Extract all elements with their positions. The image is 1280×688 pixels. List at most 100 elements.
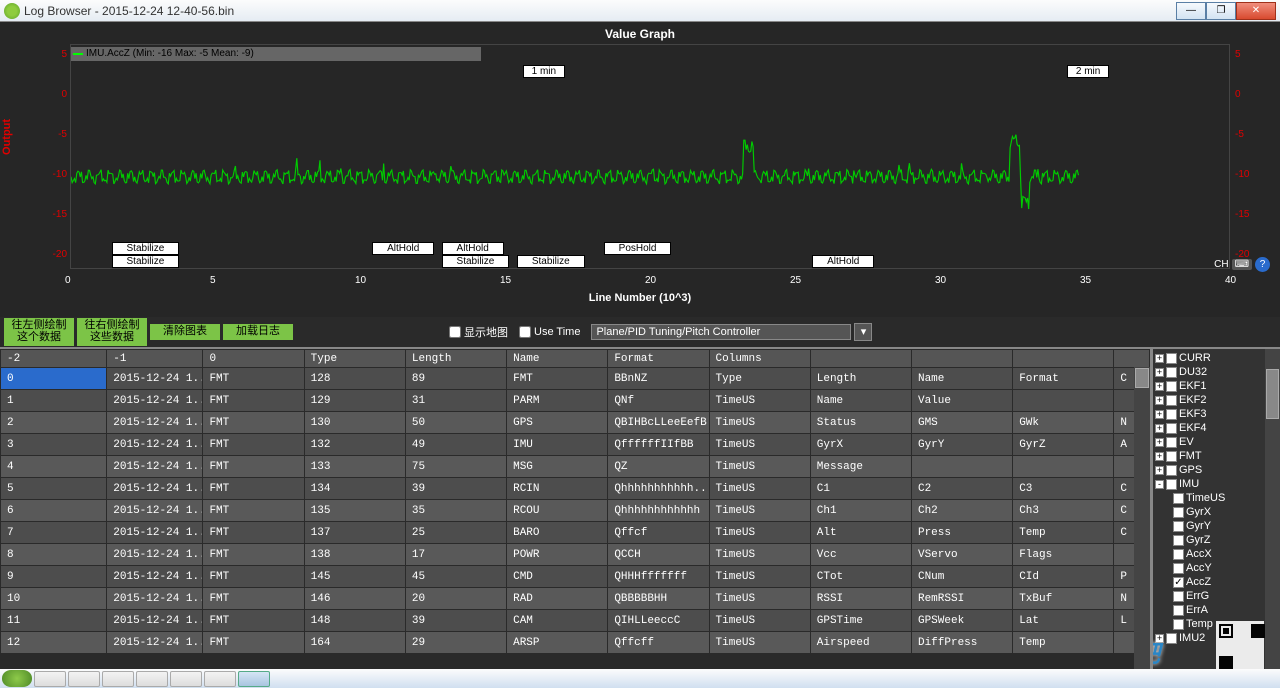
tree-checkbox[interactable] xyxy=(1173,605,1184,616)
taskbar-pin-1[interactable] xyxy=(34,671,66,687)
table-row[interactable]: 02015-12-24 1...FMT12889FMTBBnNZTypeLeng… xyxy=(1,368,1150,390)
table-row[interactable]: 22015-12-24 1...FMT13050GPSQBIHBcLLeeEef… xyxy=(1,412,1150,434)
taskbar-pin-6[interactable] xyxy=(204,671,236,687)
tree-item[interactable]: +GPS xyxy=(1153,463,1280,477)
expand-icon[interactable]: + xyxy=(1155,452,1164,461)
tree-item[interactable]: +IMU2 xyxy=(1153,631,1280,645)
tree-scrollbar[interactable] xyxy=(1265,349,1280,669)
expand-icon[interactable]: + xyxy=(1155,368,1164,377)
minimize-button[interactable]: — xyxy=(1176,2,1206,20)
table-row[interactable]: 12015-12-24 1...FMT12931PARMQNfTimeUSNam… xyxy=(1,390,1150,412)
tree-item[interactable]: +EKF4 xyxy=(1153,421,1280,435)
load-log-button[interactable]: 加载日志 xyxy=(223,324,293,340)
tree-checkbox[interactable] xyxy=(1173,563,1184,574)
tree-checkbox[interactable] xyxy=(1173,591,1184,602)
column-header[interactable] xyxy=(911,350,1012,368)
taskbar-active-app[interactable] xyxy=(238,671,270,687)
tree-item[interactable]: AccX xyxy=(1153,547,1280,561)
tree-item[interactable]: +FMT xyxy=(1153,449,1280,463)
close-button[interactable]: ✕ xyxy=(1236,2,1276,20)
preset-select-arrow[interactable]: ▾ xyxy=(854,323,872,341)
tree-item[interactable]: Temp xyxy=(1153,617,1280,631)
clear-chart-button[interactable]: 清除图表 xyxy=(150,324,220,340)
help-icon[interactable]: ? xyxy=(1255,257,1270,272)
expand-icon[interactable]: + xyxy=(1155,634,1164,643)
expand-icon[interactable]: + xyxy=(1155,424,1164,433)
column-header[interactable]: Name xyxy=(507,350,608,368)
tree-checkbox[interactable] xyxy=(1166,465,1177,476)
table-row[interactable]: 42015-12-24 1...FMT13375MSGQZTimeUSMessa… xyxy=(1,456,1150,478)
expand-icon[interactable]: + xyxy=(1155,438,1164,447)
table-row[interactable]: 102015-12-24 1...FMT14620RADQBBBBBHHTime… xyxy=(1,588,1150,610)
taskbar-pin-3[interactable] xyxy=(102,671,134,687)
tree-checkbox[interactable] xyxy=(1166,381,1177,392)
data-grid[interactable]: -2-10TypeLengthNameFormatColumns02015-12… xyxy=(0,349,1150,654)
tree-item[interactable]: AccY xyxy=(1153,561,1280,575)
table-row[interactable]: 92015-12-24 1...FMT14545CMDQHHHfffffffTi… xyxy=(1,566,1150,588)
use-time-checkbox[interactable]: Use Time xyxy=(519,326,580,338)
tree-item[interactable]: +EKF2 xyxy=(1153,393,1280,407)
tree-checkbox[interactable] xyxy=(1166,479,1177,490)
tree-item[interactable]: +DU32 xyxy=(1153,365,1280,379)
tree-checkbox[interactable] xyxy=(1173,507,1184,518)
tree-checkbox[interactable]: ✓ xyxy=(1173,577,1184,588)
tree-checkbox[interactable] xyxy=(1173,521,1184,532)
expand-icon[interactable]: + xyxy=(1155,410,1164,419)
column-header[interactable] xyxy=(810,350,911,368)
tree-item[interactable]: -IMU xyxy=(1153,477,1280,491)
tree-item[interactable]: GyrX xyxy=(1153,505,1280,519)
show-map-checkbox[interactable]: 显示地图 xyxy=(449,324,508,340)
tree-checkbox[interactable] xyxy=(1166,409,1177,420)
expand-icon[interactable]: + xyxy=(1155,466,1164,475)
column-header[interactable]: Type xyxy=(304,350,405,368)
expand-icon[interactable]: - xyxy=(1155,480,1164,489)
ch-pill-icon[interactable]: ⌨ xyxy=(1232,259,1252,270)
tree-checkbox[interactable] xyxy=(1173,535,1184,546)
table-row[interactable]: 82015-12-24 1...FMT13817POWRQCCHTimeUSVc… xyxy=(1,544,1150,566)
table-row[interactable]: 112015-12-24 1...FMT14839CAMQIHLLeeccCTi… xyxy=(1,610,1150,632)
table-scrollbar[interactable] xyxy=(1134,367,1150,669)
field-tree[interactable]: +CURR+DU32+EKF1+EKF2+EKF3+EKF4+EV+FMT+GP… xyxy=(1153,349,1280,647)
table-row[interactable]: 122015-12-24 1...FMT16429ARSPQffcffTimeU… xyxy=(1,632,1150,654)
tree-checkbox[interactable] xyxy=(1166,437,1177,448)
start-button[interactable] xyxy=(2,670,32,687)
tree-item[interactable]: +EKF3 xyxy=(1153,407,1280,421)
draw-right-button[interactable]: 往右侧绘制 这些数据 xyxy=(77,318,147,345)
taskbar-pin-5[interactable] xyxy=(170,671,202,687)
table-row[interactable]: 62015-12-24 1...FMT13535RCOUQhhhhhhhhhhh… xyxy=(1,500,1150,522)
preset-select[interactable]: Plane/PID Tuning/Pitch Controller xyxy=(591,324,851,340)
column-header[interactable]: -2 xyxy=(1,350,107,368)
tree-item[interactable]: GyrZ xyxy=(1153,533,1280,547)
table-row[interactable]: 72015-12-24 1...FMT13725BAROQffcfTimeUSA… xyxy=(1,522,1150,544)
expand-icon[interactable]: + xyxy=(1155,382,1164,391)
tree-checkbox[interactable] xyxy=(1166,423,1177,434)
tree-checkbox[interactable] xyxy=(1166,353,1177,364)
column-header[interactable]: 0 xyxy=(203,350,304,368)
tree-checkbox[interactable] xyxy=(1166,395,1177,406)
tree-item[interactable]: ErrG xyxy=(1153,589,1280,603)
tree-checkbox[interactable] xyxy=(1173,493,1184,504)
taskbar-pin-4[interactable] xyxy=(136,671,168,687)
expand-icon[interactable]: + xyxy=(1155,354,1164,363)
tree-checkbox[interactable] xyxy=(1166,633,1177,644)
column-header[interactable] xyxy=(1013,350,1114,368)
tree-checkbox[interactable] xyxy=(1166,451,1177,462)
column-header[interactable]: Format xyxy=(608,350,709,368)
column-header[interactable]: Length xyxy=(405,350,506,368)
table-row[interactable]: 52015-12-24 1...FMT13439RCINQhhhhhhhhhhh… xyxy=(1,478,1150,500)
expand-icon[interactable]: + xyxy=(1155,396,1164,405)
draw-left-button[interactable]: 往左侧绘制 这个数据 xyxy=(4,318,74,345)
taskbar[interactable] xyxy=(0,669,1280,688)
tree-item[interactable]: +EKF1 xyxy=(1153,379,1280,393)
table-row[interactable]: 32015-12-24 1...FMT13249IMUQffffffIIfBBT… xyxy=(1,434,1150,456)
tree-item[interactable]: +CURR xyxy=(1153,351,1280,365)
column-header[interactable]: Columns xyxy=(709,350,810,368)
column-header[interactable]: -1 xyxy=(107,350,203,368)
tree-item[interactable]: ErrA xyxy=(1153,603,1280,617)
tree-item[interactable]: GyrY xyxy=(1153,519,1280,533)
tree-item[interactable]: ✓AccZ xyxy=(1153,575,1280,589)
tree-item[interactable]: +EV xyxy=(1153,435,1280,449)
column-header[interactable] xyxy=(1114,350,1150,368)
tree-checkbox[interactable] xyxy=(1166,367,1177,378)
tree-item[interactable]: TimeUS xyxy=(1153,491,1280,505)
